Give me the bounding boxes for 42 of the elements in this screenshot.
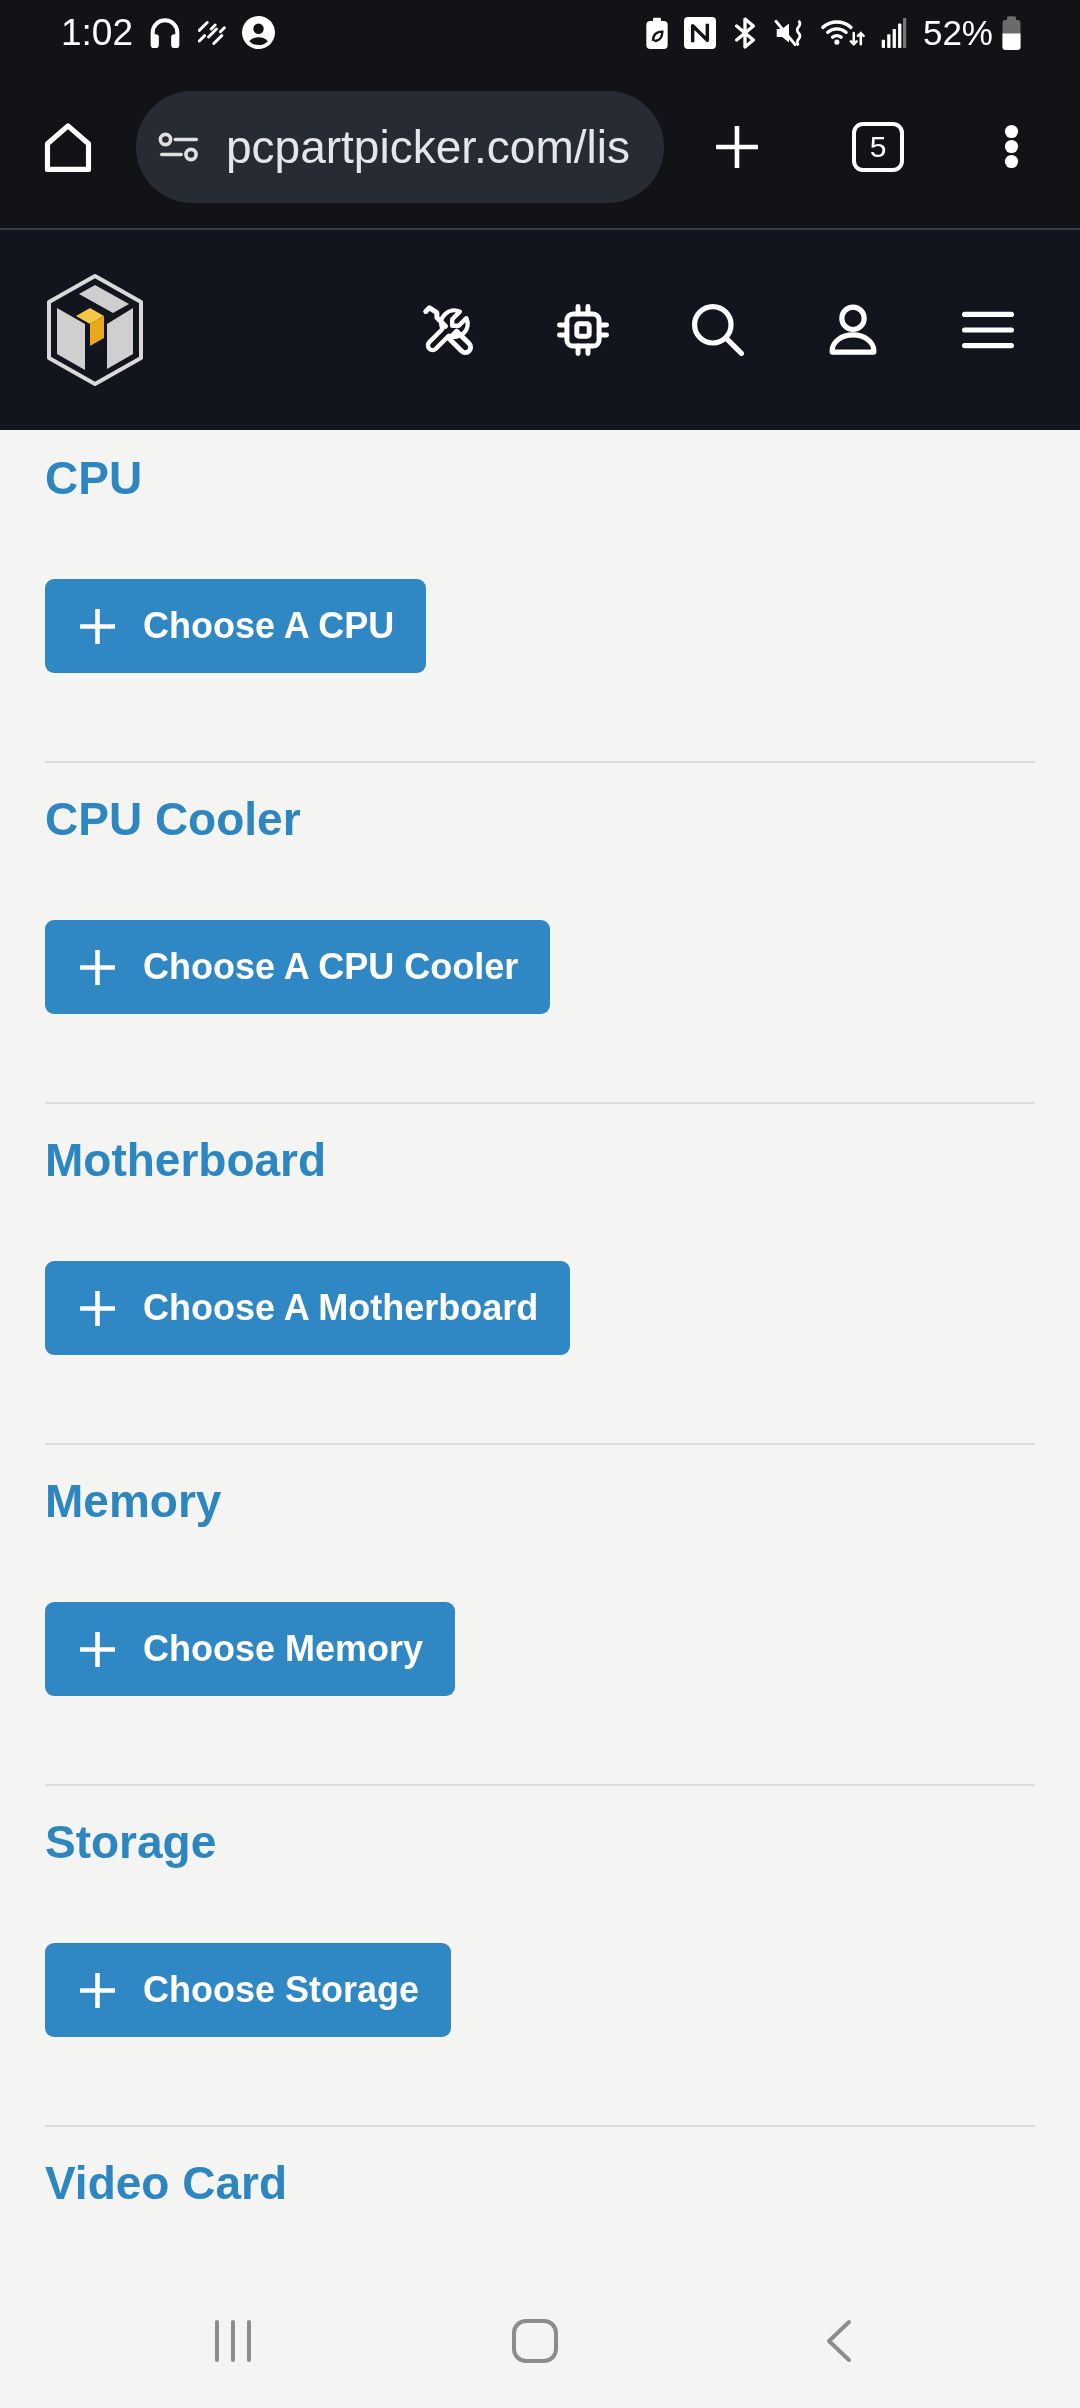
- category-link[interactable]: Motherboard: [45, 1132, 327, 1188]
- home-icon[interactable]: [43, 121, 93, 172]
- recent-apps-icon[interactable]: [213, 2319, 253, 2363]
- cube-logo-icon[interactable]: [45, 273, 145, 387]
- signal-icon: [880, 17, 907, 48]
- plus-icon: [80, 608, 115, 644]
- mute-icon: [773, 17, 804, 48]
- choose-part-button[interactable]: Choose Storage: [45, 1943, 452, 2037]
- home-button-icon[interactable]: [512, 2319, 558, 2363]
- user-icon[interactable]: [827, 304, 879, 356]
- tools-icon[interactable]: [422, 304, 474, 356]
- category-link[interactable]: Memory: [45, 1473, 222, 1529]
- site-settings-icon[interactable]: [158, 131, 200, 162]
- category-link[interactable]: Storage: [45, 1814, 217, 1870]
- clock-time: 1:02: [61, 12, 133, 53]
- battery-icon: [1001, 15, 1022, 50]
- diagonal-lines-icon: [198, 19, 227, 46]
- plus-icon: [80, 1631, 115, 1667]
- address-bar[interactable]: pcpartpicker.com/lis: [136, 90, 664, 203]
- tab-switcher-button[interactable]: 5: [852, 121, 904, 172]
- plus-icon: [80, 1290, 115, 1326]
- more-icon[interactable]: [1004, 124, 1019, 169]
- plus-icon: [80, 949, 115, 985]
- headphones-icon: [150, 17, 180, 48]
- nfc-icon: [683, 16, 716, 49]
- category-link[interactable]: Video Card: [45, 2155, 287, 2211]
- battery-percentage: 52%: [922, 12, 993, 53]
- url-text: pcpartpicker.com/lis: [226, 119, 630, 175]
- choose-part-button[interactable]: Choose A Motherboard: [45, 1261, 571, 1355]
- battery-leaf-icon: [645, 16, 668, 49]
- choose-part-button[interactable]: Choose Memory: [45, 1602, 456, 1696]
- wifi-icon: [819, 17, 865, 48]
- category-link[interactable]: CPU Cooler: [45, 791, 301, 847]
- choose-part-button[interactable]: Choose A CPU: [45, 579, 427, 673]
- plus-icon[interactable]: [714, 123, 760, 170]
- search-icon[interactable]: [692, 304, 744, 356]
- plus-icon: [80, 1972, 115, 2008]
- account-circle-icon: [242, 16, 275, 49]
- category-link[interactable]: CPU: [45, 450, 143, 506]
- back-icon[interactable]: [825, 2319, 852, 2363]
- choose-part-button[interactable]: Choose A CPU Cooler: [45, 920, 551, 1014]
- chip-icon[interactable]: [557, 304, 609, 356]
